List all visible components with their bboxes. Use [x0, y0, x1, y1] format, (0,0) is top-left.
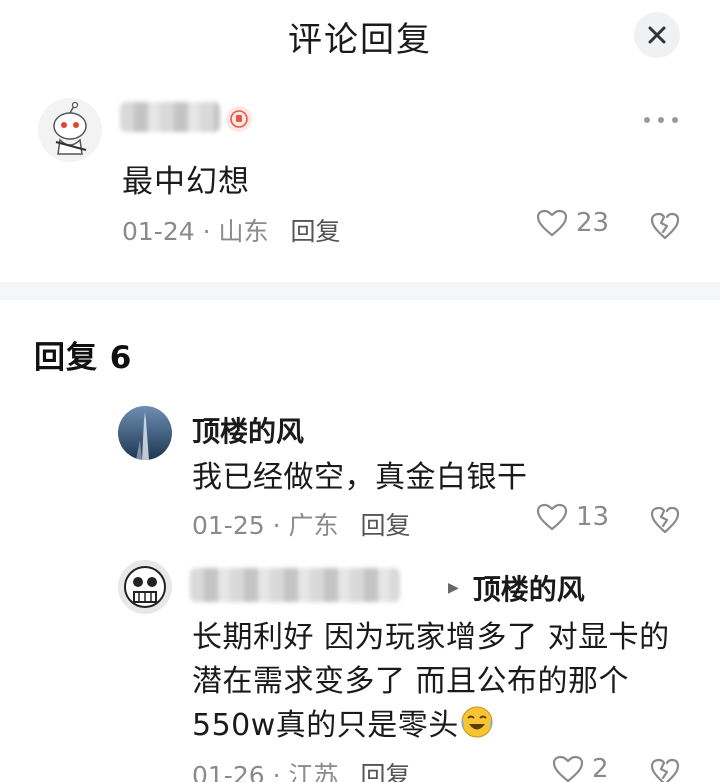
avatar[interactable]	[38, 98, 102, 162]
crying-laughing-emoji-icon	[461, 706, 493, 738]
reply-item: ▶ 顶楼的风 长期利好 因为玩家增多了 对显卡的潜在需求变多了 而且公布的那个5…	[0, 560, 720, 782]
comment-text: 最中幻想	[122, 164, 250, 200]
author-name-blurred[interactable]	[190, 568, 400, 602]
dislike-button[interactable]	[650, 212, 680, 244]
heart-icon	[536, 209, 568, 237]
reply-author[interactable]: 顶楼的风	[192, 410, 304, 450]
reply-button[interactable]: 回复	[360, 511, 410, 540]
header: 评论回复	[0, 0, 720, 72]
like-count: 2	[592, 754, 609, 782]
like-count: 13	[576, 502, 610, 532]
like-count: 23	[576, 208, 610, 238]
broken-heart-icon	[650, 212, 680, 240]
author-name-blurred[interactable]	[120, 102, 220, 132]
reply-button[interactable]: 回复	[360, 761, 410, 782]
like-button[interactable]: 13	[536, 502, 609, 532]
like-button[interactable]: 23	[536, 208, 609, 238]
broken-heart-icon	[650, 758, 680, 782]
avatar[interactable]	[118, 560, 172, 614]
badge-icon	[226, 106, 252, 132]
reply-text: 我已经做空，真金白银干	[192, 460, 528, 495]
tower-avatar-image	[118, 406, 172, 460]
reply-item: 顶楼的风 我已经做空，真金白银干 01-25 · 广东 回复 13	[0, 402, 720, 542]
reply-text-body: 长期利好 因为玩家增多了 对显卡的潜在需求变多了 而且公布的那个550w真的只是…	[192, 620, 670, 743]
reply-location: 广东	[288, 511, 339, 540]
comment-meta: 01-24 · 山东 回复	[122, 217, 341, 246]
reply-text: 长期利好 因为玩家增多了 对显卡的潜在需求变多了 而且公布的那个550w真的只是…	[192, 616, 682, 748]
comment-location: 山东	[218, 217, 269, 246]
caret-right-icon: ▶	[448, 580, 459, 596]
reply-location: 江苏	[288, 761, 339, 782]
reply-button[interactable]: 回复	[290, 217, 340, 246]
heart-icon	[536, 503, 568, 531]
comment-reply-page: 评论回复 最中幻想 01-24 · 山东 回复 23 回复 6 顶楼的风 我已经…	[0, 0, 720, 782]
avatar[interactable]	[118, 406, 172, 460]
heart-icon	[552, 755, 584, 782]
dislike-button[interactable]	[650, 506, 680, 538]
reply-to-name: 顶楼的风	[472, 573, 585, 606]
cartoon-avatar-image	[118, 560, 172, 614]
close-button[interactable]	[634, 12, 680, 58]
reply-date: 01-26	[192, 761, 265, 782]
close-icon	[648, 26, 666, 44]
section-divider	[0, 282, 720, 300]
broken-heart-icon	[650, 506, 680, 534]
reply-meta: 01-25 · 广东 回复	[192, 511, 411, 540]
reply-to-target[interactable]: ▶ 顶楼的风	[448, 568, 585, 608]
like-button[interactable]: 2	[552, 754, 609, 782]
page-title: 评论回复	[288, 20, 432, 60]
reply-date: 01-25	[192, 511, 265, 540]
comment-date: 01-24	[122, 217, 195, 246]
more-icon[interactable]	[644, 114, 678, 126]
replies-heading: 回复 6	[34, 340, 133, 376]
root-comment: 最中幻想 01-24 · 山东 回复 23	[0, 84, 720, 280]
dislike-button[interactable]	[650, 758, 680, 782]
reply-meta: 01-26 · 江苏 回复	[192, 756, 411, 782]
robot-avatar-image	[38, 98, 102, 162]
